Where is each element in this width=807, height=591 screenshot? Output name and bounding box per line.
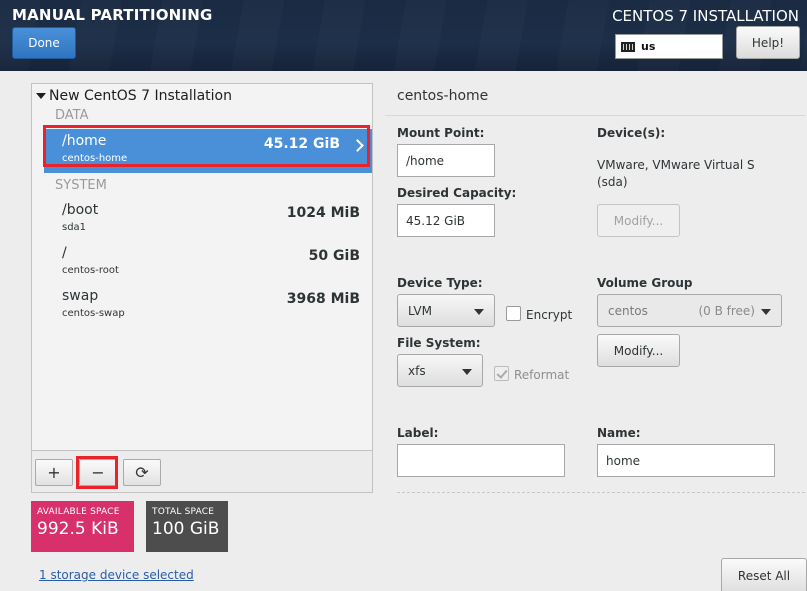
expander-triangle-icon: [36, 93, 46, 99]
top-bar: MANUAL PARTITIONING Done CENTOS 7 INSTAL…: [0, 0, 807, 71]
mount-point-row-swap[interactable]: swap centos-swap 3968 MiB: [44, 284, 372, 328]
available-space-value: 992.5 KiB: [37, 519, 119, 539]
storage-devices-link[interactable]: 1 storage device selected: [39, 568, 194, 582]
chevron-down-icon: [462, 369, 472, 375]
remove-mount-point-button[interactable]: −: [79, 459, 117, 486]
mount-point-size: 3968 MiB: [286, 291, 360, 307]
group-label-data: DATA: [55, 108, 89, 123]
group-label-system: SYSTEM: [55, 178, 107, 193]
mount-point-toolbar: + − ⟳: [32, 450, 372, 492]
mount-point-list-panel: New CentOS 7 Installation DATA /home cen…: [31, 83, 373, 493]
name-field-label: Name:: [597, 426, 641, 440]
done-button[interactable]: Done: [12, 27, 76, 59]
volume-group-select[interactable]: centos (0 B free): [597, 294, 782, 327]
available-space-box: AVAILABLE SPACE 992.5 KiB: [31, 501, 134, 552]
device-type-label: Device Type:: [397, 276, 483, 290]
mount-point-size: 50 GiB: [308, 248, 360, 264]
available-space-label: AVAILABLE SPACE: [37, 507, 120, 517]
detail-separator: [385, 115, 805, 116]
mount-point-size: 45.12 GiB: [263, 136, 340, 152]
volume-group-value: centos: [608, 303, 648, 318]
page-title: MANUAL PARTITIONING: [12, 6, 213, 24]
detail-bottom-divider: [397, 492, 805, 493]
volume-group-free-space: (0 B free): [698, 304, 755, 318]
installation-expander[interactable]: New CentOS 7 Installation: [36, 88, 232, 104]
mount-point-device: centos-swap: [62, 308, 125, 319]
mount-point-name: swap: [62, 288, 99, 304]
detail-title: centos-home: [397, 88, 489, 104]
encrypt-label: Encrypt: [526, 308, 573, 322]
mount-point-label: Mount Point:: [397, 126, 485, 140]
label-field-label: Label:: [397, 426, 439, 440]
label-input[interactable]: [397, 444, 565, 477]
help-button[interactable]: Help!: [736, 26, 800, 59]
mount-point-device: sda1: [62, 222, 87, 233]
total-space-box: TOTAL SPACE 100 GiB: [146, 501, 228, 552]
reformat-checkbox[interactable]: [494, 366, 509, 381]
devices-value-sub: (sda): [597, 175, 628, 189]
desired-capacity-input[interactable]: 45.12 GiB: [397, 204, 495, 237]
mount-point-device: centos-home: [62, 153, 128, 164]
add-mount-point-button[interactable]: +: [35, 459, 73, 486]
chevron-right-icon: [351, 139, 364, 152]
refresh-button[interactable]: ⟳: [123, 459, 161, 486]
file-system-select[interactable]: xfs: [397, 354, 483, 387]
installation-title: New CentOS 7 Installation: [49, 88, 232, 104]
mount-point-device: centos-root: [62, 265, 119, 276]
file-system-value: xfs: [408, 363, 426, 378]
volume-group-modify-button[interactable]: Modify...: [597, 334, 680, 367]
mount-point-row-boot[interactable]: /boot sda1 1024 MiB: [44, 198, 372, 242]
mount-point-row-home[interactable]: /home centos-home 45.12 GiB: [44, 129, 372, 173]
device-type-select[interactable]: LVM: [397, 294, 495, 327]
keyboard-icon: [621, 41, 635, 52]
reformat-label: Reformat: [514, 368, 570, 382]
chevron-down-icon: [761, 309, 771, 315]
volume-group-label: Volume Group: [597, 276, 693, 290]
name-input[interactable]: home: [597, 444, 775, 477]
total-space-value: 100 GiB: [152, 519, 220, 539]
file-system-label: File System:: [397, 336, 481, 350]
devices-modify-button[interactable]: Modify...: [597, 204, 680, 237]
desired-capacity-label: Desired Capacity:: [397, 186, 517, 200]
device-type-value: LVM: [408, 303, 432, 318]
devices-value: VMware, VMware Virtual S: [597, 158, 755, 172]
chevron-down-icon: [474, 309, 484, 315]
devices-label: Device(s):: [597, 126, 666, 140]
mount-point-row-root[interactable]: / centos-root 50 GiB: [44, 241, 372, 285]
mount-point-name: /home: [62, 133, 107, 149]
total-space-label: TOTAL SPACE: [152, 507, 215, 517]
reset-all-button[interactable]: Reset All: [721, 558, 807, 591]
mount-point-name: /boot: [62, 202, 99, 218]
product-title: CENTOS 7 INSTALLATION: [612, 7, 799, 25]
mount-point-size: 1024 MiB: [286, 205, 360, 221]
keyboard-layout-indicator[interactable]: us: [615, 34, 723, 59]
mount-point-input[interactable]: /home: [397, 144, 495, 177]
mount-point-name: /: [62, 245, 67, 261]
encrypt-checkbox[interactable]: [506, 306, 521, 321]
keyboard-layout-label: us: [641, 40, 656, 53]
